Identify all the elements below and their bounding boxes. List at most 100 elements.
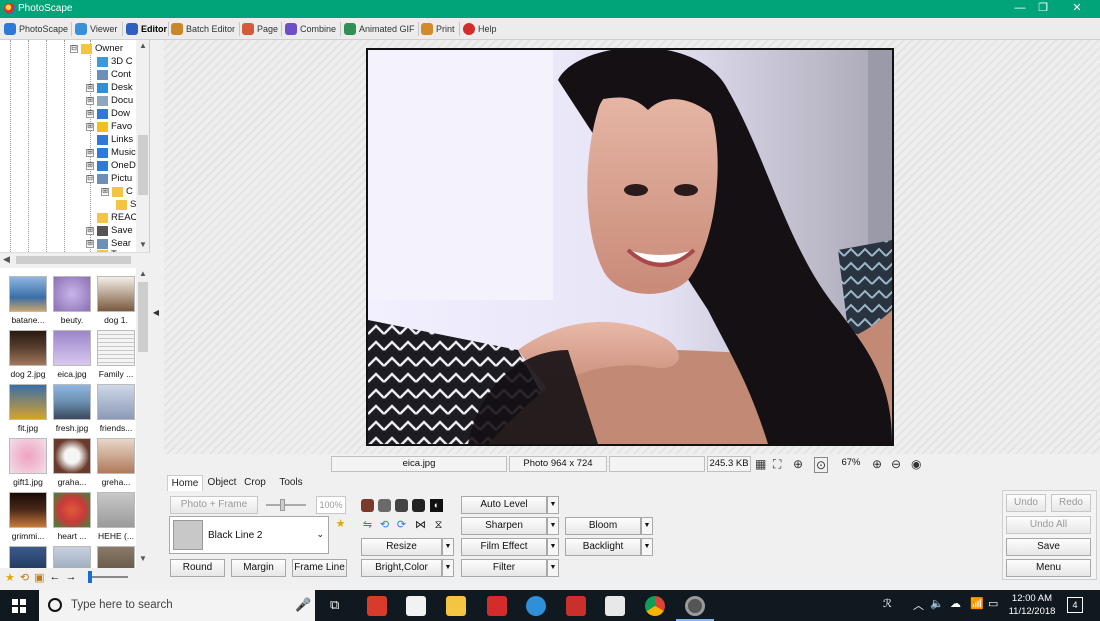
opacity-value[interactable]: 100% xyxy=(316,496,346,514)
tree-item-3d-objects[interactable]: 3D C xyxy=(97,55,133,68)
folder-open-icon[interactable]: ▣ xyxy=(34,571,44,584)
edge-icon[interactable] xyxy=(526,596,546,616)
tree-item-links[interactable]: Links xyxy=(97,133,133,146)
opacity-slider[interactable] xyxy=(266,499,306,511)
tab-viewer[interactable]: Viewer xyxy=(75,20,117,38)
maximize-button[interactable]: ❐ xyxy=(1026,0,1060,18)
scroll-thumb[interactable] xyxy=(138,282,148,352)
acrobat-icon[interactable] xyxy=(566,596,586,616)
bloom-button[interactable]: Bloom xyxy=(565,517,641,535)
subtab-tools[interactable]: Tools xyxy=(274,475,308,491)
lego-icon[interactable] xyxy=(487,596,507,616)
volume-icon[interactable]: 🔈 xyxy=(930,597,944,610)
tree-item-documents[interactable]: ⊞ Docu xyxy=(86,94,133,107)
bright-color-dropdown[interactable]: ▼ xyxy=(442,559,454,577)
photo-frame-button[interactable]: Photo + Frame xyxy=(170,496,258,514)
checker-icon[interactable]: ▦ xyxy=(755,457,766,471)
thumbnail-item[interactable]: dog 1. xyxy=(93,276,139,325)
tree-horizontal-scrollbar[interactable]: ◀ xyxy=(0,252,150,266)
tree-item-contacts[interactable]: Cont xyxy=(97,68,131,81)
tree-item-saved-pictures[interactable]: S xyxy=(116,198,136,211)
zoom-in-icon[interactable]: ⊕ xyxy=(872,457,882,471)
subtab-home[interactable]: Home xyxy=(167,475,203,491)
photoscape-icon[interactable] xyxy=(685,596,705,616)
tree-vertical-scrollbar[interactable]: ▲ ▼ xyxy=(136,40,149,252)
collapse-panel-button[interactable]: ◀ xyxy=(150,300,162,326)
tree-item-pictures[interactable]: ⊟ Pictu xyxy=(86,172,132,185)
tab-photoscape[interactable]: PhotoScape xyxy=(4,20,68,38)
filter-dropdown[interactable]: ▼ xyxy=(547,559,559,577)
bright-color-button[interactable]: Bright,Color xyxy=(361,559,442,577)
tab-print[interactable]: Print xyxy=(421,20,455,38)
zoom-out-icon[interactable]: ⊖ xyxy=(891,457,901,471)
thumbnail-item[interactable]: dog 2.jpg xyxy=(5,330,51,379)
photo-preview[interactable] xyxy=(366,48,894,446)
thumbnail-item[interactable]: HEHE (... xyxy=(93,492,139,541)
file-explorer-icon[interactable] xyxy=(446,596,466,616)
tree-item-desktop[interactable]: ⊞ Desk xyxy=(86,81,133,94)
tree-item-saved-games[interactable]: ⊞ Save xyxy=(86,224,133,237)
tree-item-camera-roll[interactable]: ⊞ C xyxy=(101,185,133,198)
tree-item-reac[interactable]: REAC xyxy=(97,211,137,224)
scroll-thumb[interactable] xyxy=(16,256,131,264)
film-effect-dropdown[interactable]: ▼ xyxy=(547,538,559,556)
film-corner-icon[interactable] xyxy=(361,499,374,512)
tree-item-music[interactable]: ⊞ Music xyxy=(86,146,136,159)
thumbnail-item[interactable]: fit.jpg xyxy=(5,384,51,433)
taskbar-search[interactable]: Type here to search 🎤 xyxy=(39,590,315,621)
onedrive-cloud-icon[interactable]: ☁ xyxy=(950,597,961,610)
mail-icon[interactable] xyxy=(605,596,625,616)
margin-button[interactable]: Margin xyxy=(231,559,286,577)
sharpen-dropdown[interactable]: ▼ xyxy=(547,517,559,535)
subtab-object[interactable]: Object xyxy=(203,475,241,491)
thumbnail-item[interactable]: graha... xyxy=(49,438,95,487)
auto-level-button[interactable]: Auto Level xyxy=(461,496,547,514)
mirror-vertical-icon[interactable]: ⧖ xyxy=(432,519,445,532)
people-icon[interactable]: ℛ xyxy=(883,597,892,610)
sharpen-button[interactable]: Sharpen xyxy=(461,517,547,535)
bloom-dropdown[interactable]: ▼ xyxy=(641,517,653,535)
store-icon[interactable] xyxy=(406,596,426,616)
backlight-dropdown[interactable]: ▼ xyxy=(641,538,653,556)
round-button[interactable]: Round xyxy=(170,559,225,577)
wifi-icon[interactable]: 📶 xyxy=(970,597,984,610)
tree-item-downloads[interactable]: ⊞ Dow xyxy=(86,107,130,120)
thumbnail-item[interactable]: heart ... xyxy=(49,492,95,541)
battery-icon[interactable]: ▭ xyxy=(988,597,998,610)
start-icon[interactable] xyxy=(12,599,26,613)
close-button[interactable]: ✕ xyxy=(1060,0,1094,18)
favorite-star-icon[interactable]: ★ xyxy=(334,518,347,531)
back-icon[interactable]: ← xyxy=(50,571,61,583)
fullscreen-icon[interactable]: ◉ xyxy=(911,457,921,471)
microphone-icon[interactable]: 🎤 xyxy=(295,597,311,613)
thumbnail-item[interactable]: batane... xyxy=(5,276,51,325)
thumbnail-item[interactable]: fresh.jpg xyxy=(49,384,95,433)
thumbnail-item[interactable] xyxy=(49,546,95,568)
thumbnail-item[interactable]: gift1.jpg xyxy=(5,438,51,487)
scroll-thumb[interactable] xyxy=(138,135,148,195)
tab-help[interactable]: Help xyxy=(463,20,497,38)
auto-level-dropdown[interactable]: ▼ xyxy=(547,496,559,514)
fit-window-icon[interactable]: ⛶ xyxy=(773,457,781,472)
thumbnail-item[interactable] xyxy=(5,546,51,568)
thumbnail-item[interactable]: greha... xyxy=(93,438,139,487)
subtab-crop[interactable]: Crop xyxy=(241,475,269,491)
tab-editor[interactable]: Editor xyxy=(126,20,167,38)
black-corner-icon[interactable] xyxy=(412,499,425,512)
contrast-icon[interactable]: ◐ xyxy=(430,499,443,512)
thumbnail-item[interactable]: eica.jpg xyxy=(49,330,95,379)
save-button[interactable]: Save xyxy=(1006,538,1091,556)
frame-select[interactable]: Black Line 2 ⌄ xyxy=(169,516,329,554)
backlight-button[interactable]: Backlight xyxy=(565,538,641,556)
dark-corner-icon[interactable] xyxy=(395,499,408,512)
frame-line-button[interactable]: Frame Line xyxy=(292,559,347,577)
tree-item-favorites[interactable]: ⊞ Favo xyxy=(86,120,132,133)
tree-item-owner[interactable]: ⊟ Owner xyxy=(70,42,123,55)
thumbnail-size-slider[interactable] xyxy=(87,571,128,583)
tab-animated-gif[interactable]: Animated GIF xyxy=(344,20,415,38)
thumbnail-item[interactable]: friends... xyxy=(93,384,139,433)
task-view-icon[interactable]: ⧉ xyxy=(330,597,339,613)
gray-corner-icon[interactable] xyxy=(378,499,391,512)
menu-button[interactable]: Menu xyxy=(1006,559,1091,577)
search-input[interactable]: Type here to search xyxy=(71,599,173,611)
